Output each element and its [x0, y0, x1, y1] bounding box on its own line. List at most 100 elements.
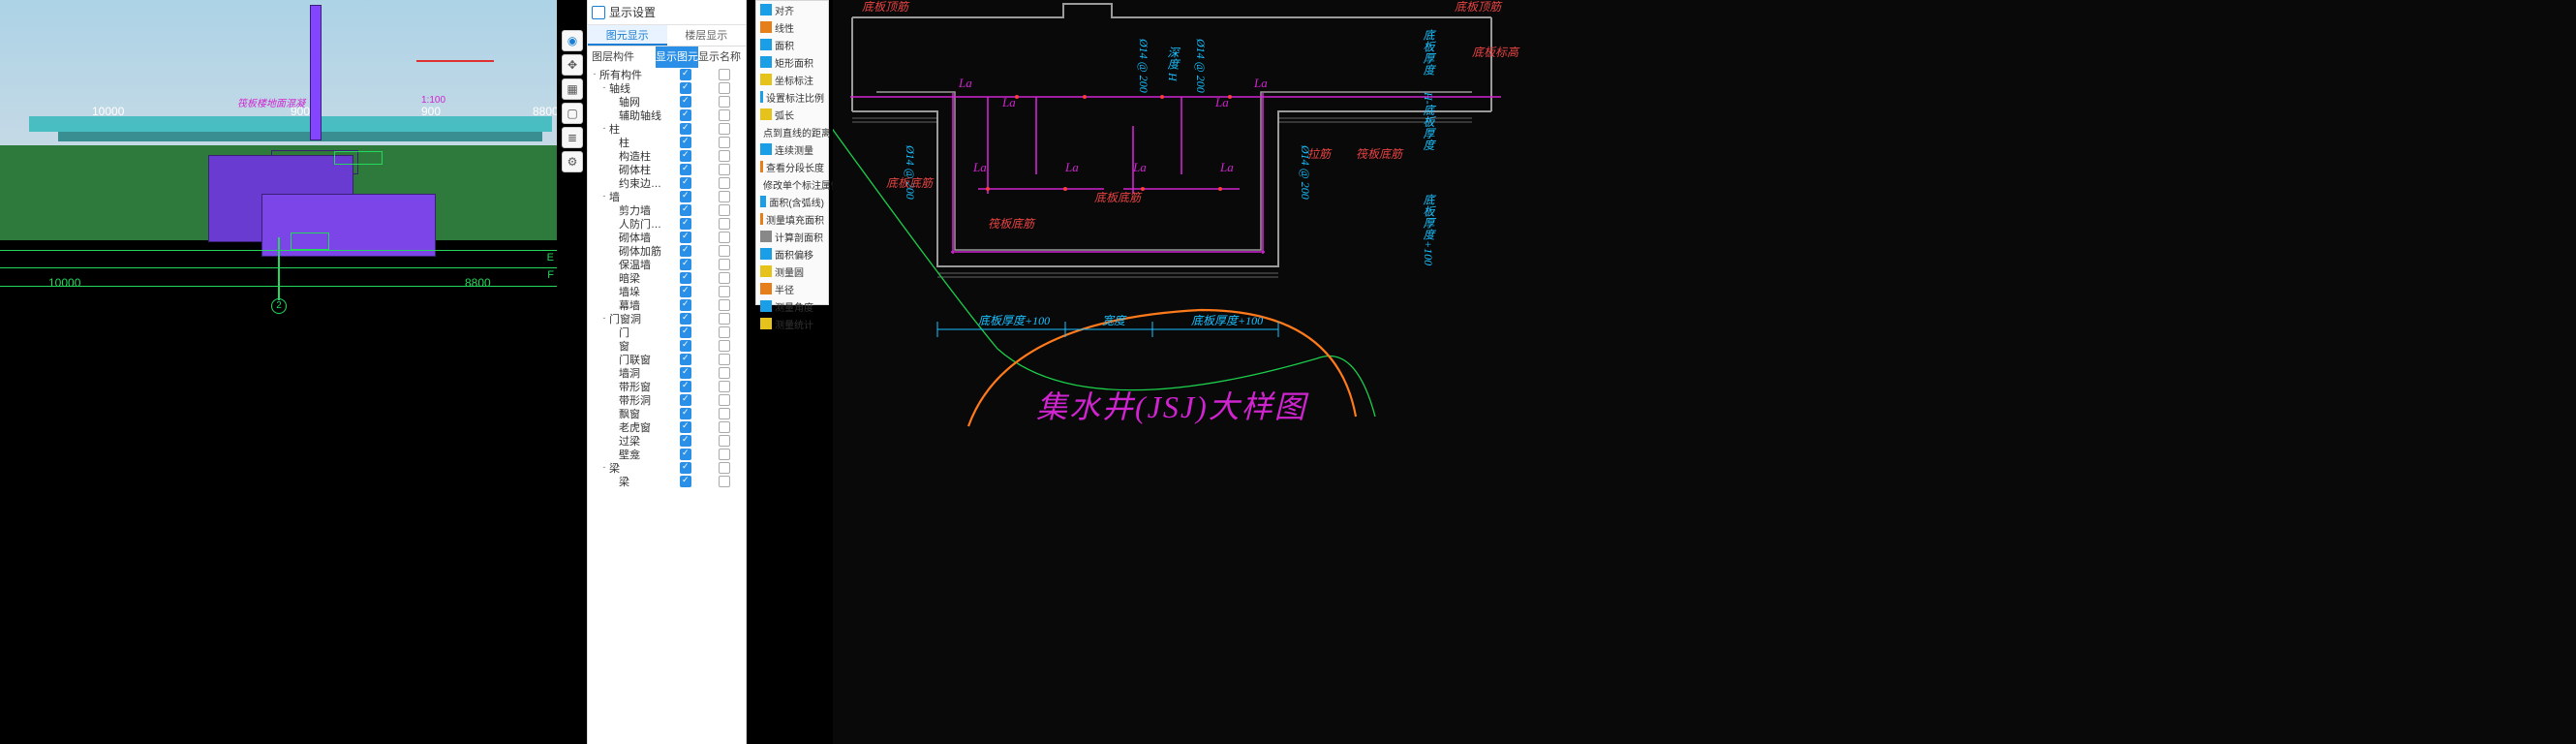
orbit-icon[interactable]: ◉ — [562, 30, 583, 51]
show-element-checkbox[interactable] — [680, 367, 691, 379]
show-element-checkbox[interactable] — [680, 449, 691, 460]
measure-item[interactable]: 测量统计 — [756, 315, 828, 332]
tree-row[interactable]: 梁 — [588, 475, 746, 488]
tree-row[interactable]: 暗梁 — [588, 271, 746, 285]
show-name-checkbox[interactable] — [719, 326, 730, 338]
show-name-checkbox[interactable] — [719, 354, 730, 365]
tab-floor-display[interactable]: 楼层显示 — [667, 25, 747, 46]
show-name-checkbox[interactable] — [719, 96, 730, 108]
show-element-checkbox[interactable] — [680, 150, 691, 162]
expand-icon[interactable]: - — [599, 124, 609, 134]
tree-row[interactable]: -墙 — [588, 190, 746, 203]
show-element-checkbox[interactable] — [680, 204, 691, 216]
show-element-checkbox[interactable] — [680, 435, 691, 447]
measure-item[interactable]: 修改单个标注属性 — [756, 175, 828, 193]
show-element-checkbox[interactable] — [680, 313, 691, 325]
show-name-checkbox[interactable] — [719, 123, 730, 135]
show-name-checkbox[interactable] — [719, 299, 730, 311]
tree-row[interactable]: 门 — [588, 326, 746, 339]
show-name-checkbox[interactable] — [719, 313, 730, 325]
show-name-checkbox[interactable] — [719, 286, 730, 297]
expand-icon[interactable]: - — [599, 463, 609, 473]
tree-row[interactable]: 带形洞 — [588, 393, 746, 407]
measure-item[interactable]: 半径 — [756, 280, 828, 297]
tree-row[interactable]: 门联窗 — [588, 353, 746, 366]
tree-row[interactable]: -梁 — [588, 461, 746, 475]
show-element-checkbox[interactable] — [680, 421, 691, 433]
tree-row[interactable]: 保温墙 — [588, 258, 746, 271]
show-name-checkbox[interactable] — [719, 408, 730, 419]
measure-item[interactable]: 面积(含弧线) — [756, 193, 828, 210]
show-name-checkbox[interactable] — [719, 340, 730, 352]
measure-item[interactable]: 线性 — [756, 18, 828, 36]
model-3d-view[interactable]: 筏板楼地面混凝 1:100 10000 900 900 8800 10000 8… — [0, 0, 557, 744]
show-name-checkbox[interactable] — [719, 449, 730, 460]
gear-icon[interactable]: ⚙ — [562, 151, 583, 172]
measure-item[interactable]: 坐标标注 — [756, 71, 828, 88]
tree-row[interactable]: 砌体加筋 — [588, 244, 746, 258]
show-element-checkbox[interactable] — [680, 299, 691, 311]
show-name-checkbox[interactable] — [719, 69, 730, 80]
tree-row[interactable]: 飘窗 — [588, 407, 746, 420]
show-name-checkbox[interactable] — [719, 218, 730, 230]
cad-drawing-view[interactable]: Ø14 @ 200 Ø14 @ 200 Ø14 @ 200 Ø14 @ 200 … — [833, 0, 2576, 744]
tree-row[interactable]: 柱 — [588, 136, 746, 149]
show-name-checkbox[interactable] — [719, 476, 730, 487]
show-element-checkbox[interactable] — [680, 394, 691, 406]
show-name-checkbox[interactable] — [719, 150, 730, 162]
show-element-checkbox[interactable] — [680, 286, 691, 297]
tree-row[interactable]: -柱 — [588, 122, 746, 136]
measure-item[interactable]: 测量角度 — [756, 297, 828, 315]
show-element-checkbox[interactable] — [680, 96, 691, 108]
tree-row[interactable]: 壁龛 — [588, 448, 746, 461]
show-element-checkbox[interactable] — [680, 245, 691, 257]
show-element-checkbox[interactable] — [680, 109, 691, 121]
tree-row[interactable]: 窗 — [588, 339, 746, 353]
tree-row[interactable]: 约束边缘非阴… — [588, 176, 746, 190]
show-element-checkbox[interactable] — [680, 137, 691, 148]
show-name-checkbox[interactable] — [719, 272, 730, 284]
show-name-checkbox[interactable] — [719, 435, 730, 447]
show-element-checkbox[interactable] — [680, 218, 691, 230]
show-name-checkbox[interactable] — [719, 232, 730, 243]
col-show-element[interactable]: 显示图元 — [656, 46, 698, 68]
show-name-checkbox[interactable] — [719, 394, 730, 406]
show-name-checkbox[interactable] — [719, 381, 730, 392]
show-name-checkbox[interactable] — [719, 137, 730, 148]
show-element-checkbox[interactable] — [680, 476, 691, 487]
component-tree[interactable]: -所有构件-轴线轴网辅助轴线-柱柱构造柱砌体柱约束边缘非阴…-墙剪力墙人防门框墙… — [588, 68, 746, 727]
tree-row[interactable]: 辅助轴线 — [588, 108, 746, 122]
show-name-checkbox[interactable] — [719, 462, 730, 474]
measure-item[interactable]: 对齐 — [756, 1, 828, 18]
show-name-checkbox[interactable] — [719, 259, 730, 270]
tree-row[interactable]: -轴线 — [588, 81, 746, 95]
tree-row[interactable]: 砌体墙 — [588, 231, 746, 244]
col-show-name[interactable]: 显示名称 — [698, 46, 741, 68]
show-element-checkbox[interactable] — [680, 408, 691, 419]
show-element-checkbox[interactable] — [680, 326, 691, 338]
tree-row[interactable]: 带形窗 — [588, 380, 746, 393]
tree-row[interactable]: 砌体柱 — [588, 163, 746, 176]
expand-icon[interactable]: - — [590, 70, 599, 79]
tree-row[interactable]: 墙洞 — [588, 366, 746, 380]
measure-item[interactable]: 测量填充面积 — [756, 210, 828, 228]
show-name-checkbox[interactable] — [719, 245, 730, 257]
show-element-checkbox[interactable] — [680, 232, 691, 243]
show-name-checkbox[interactable] — [719, 177, 730, 189]
show-name-checkbox[interactable] — [719, 421, 730, 433]
tree-row[interactable]: 构造柱 — [588, 149, 746, 163]
cube-icon[interactable]: ▦ — [562, 78, 583, 100]
measure-item[interactable]: 计算剖面积 — [756, 228, 828, 245]
expand-icon[interactable]: - — [599, 192, 609, 202]
expand-icon[interactable]: - — [599, 83, 609, 93]
tree-row[interactable]: 轴网 — [588, 95, 746, 108]
measure-item[interactable]: 查看分段长度 — [756, 158, 828, 175]
measure-item[interactable]: 连续测量 — [756, 140, 828, 158]
tree-row[interactable]: 过梁 — [588, 434, 746, 448]
show-element-checkbox[interactable] — [680, 123, 691, 135]
show-element-checkbox[interactable] — [680, 69, 691, 80]
tree-row[interactable]: 剪力墙 — [588, 203, 746, 217]
show-element-checkbox[interactable] — [680, 381, 691, 392]
expand-icon[interactable]: - — [599, 314, 609, 324]
show-element-checkbox[interactable] — [680, 340, 691, 352]
